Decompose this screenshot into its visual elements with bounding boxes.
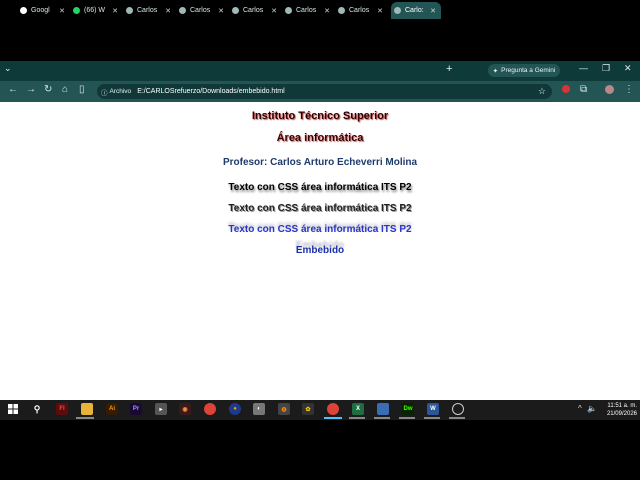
globe-icon [232,7,239,14]
search-icon[interactable]: ⚲ [31,403,43,415]
reload-icon[interactable]: ↻ [44,84,52,95]
active-app-indicator [324,417,342,419]
globe-icon [179,7,186,14]
bookmark-star-icon[interactable]: ☆ [538,86,546,97]
tab-label: Carlos [296,7,317,14]
close-icon[interactable]: ✕ [324,7,330,15]
dreamweaver-icon[interactable]: Dw [402,403,414,415]
word-icon[interactable]: W [427,403,439,415]
back-icon[interactable]: ← [8,84,18,95]
tab-whatsapp[interactable]: (66) W ✕ [73,2,123,19]
sparkle-icon: ✦ [492,67,499,75]
gemini-button[interactable]: ✦ Pregunta a Gemini [488,64,560,77]
tab-google[interactable]: Googl ✕ [20,2,70,19]
address-bar[interactable]: ⓘ Archivo E:/CARLOSrefuerzo/Downloads/em… [97,84,552,99]
globe-icon [285,7,292,14]
globe-icon [394,7,401,14]
running-indicator [399,417,415,419]
app-icon[interactable]: ◉ [179,403,191,415]
heading-institute: Instituto Técnico Superior [251,110,389,122]
site-info-label: Archivo [109,88,132,95]
close-icon[interactable]: ✕ [218,7,224,15]
windows-start-icon[interactable] [7,403,19,415]
css-text-2: Texto con CSS área informática ITS P2 [228,203,412,214]
google-icon [20,7,27,14]
volume-icon[interactable]: 🔈 [587,404,597,413]
windows-logo-icon [8,404,18,414]
premiere-icon[interactable]: Pr [130,403,142,415]
app-icon-2[interactable]: ● [229,403,241,415]
close-icon[interactable]: ✕ [112,7,118,15]
menu-kebab-icon[interactable]: ⋮ [624,84,634,95]
app-icon-4[interactable]: ✿ [302,403,314,415]
tab-label: Carlos [243,7,264,14]
tab-label: Carlos [137,7,158,14]
url-text: E:/CARLOSrefuerzo/Downloads/embebido.htm… [137,88,285,95]
maximize-icon[interactable]: ❐ [602,63,610,74]
heading-area: Área informática [276,132,364,144]
running-indicator [424,417,440,419]
tab-label: (66) W [84,7,105,14]
side-panel-icon[interactable]: ▯ [79,84,85,95]
app-icon-5[interactable] [377,403,389,415]
chrome-icon[interactable] [204,403,216,415]
taskbar [0,400,640,420]
extensions-puzzle-icon[interactable]: ⧉ [580,84,587,95]
illustrator-icon[interactable]: Ai [106,403,118,415]
avatar[interactable] [605,85,614,94]
file-explorer-icon[interactable] [81,403,93,415]
home-icon[interactable]: ⌂ [62,84,68,95]
info-icon: ⓘ [101,89,108,97]
embedded-label: Embebido [295,245,345,256]
window-close-icon[interactable]: ✕ [624,63,632,74]
globe-icon [338,7,345,14]
tab-carlos-1[interactable]: Carlos ✕ [126,2,176,19]
new-tab-icon[interactable]: + [446,63,452,75]
close-icon[interactable]: ✕ [165,7,171,15]
clock-date: 21/09/2026 [606,411,637,417]
running-indicator [374,417,390,419]
tab-label: Carlo: [405,7,424,14]
system-tray[interactable]: ^ 🔈 [578,404,597,413]
gemini-label: Pregunta a Gemini [501,67,556,74]
clock-time: 11:51 a. m. [607,403,637,409]
forward-icon[interactable]: → [26,84,36,95]
excel-icon[interactable]: X [352,403,364,415]
globe-icon [126,7,133,14]
chevron-up-icon[interactable]: ^ [578,404,582,413]
chrome-active-icon[interactable] [327,403,339,415]
whatsapp-icon [73,7,80,14]
web-page: Instituto Técnico Superior Área informát… [0,102,640,400]
tab-label: Carlos [190,7,211,14]
site-info-chip[interactable]: ⓘ Archivo [101,87,131,97]
close-icon[interactable]: ✕ [59,7,65,15]
media-player-icon[interactable]: ▸ [155,403,167,415]
close-icon[interactable]: ✕ [271,7,277,15]
tab-label: Carlos [349,7,370,14]
tab-carlos-active[interactable]: Carlo: ✕ [391,2,441,19]
running-indicator [449,417,465,419]
professor-name: Profesor: Carlos Arturo Echeverri Molina [222,157,418,168]
extension-icon[interactable] [562,85,570,93]
tab-search-icon[interactable]: ⌄ [4,63,12,74]
css-text-1: Texto con CSS área informática ITS P2 [228,182,412,193]
css-text-3: Texto con CSS área informática ITS P2 [228,224,412,235]
minimize-icon[interactable]: — [579,63,588,73]
close-icon[interactable]: ✕ [430,7,436,15]
running-indicator [76,417,94,419]
flash-icon[interactable]: Fl [56,403,68,415]
app-icon-3[interactable]: ◐ [253,403,265,415]
tab-label: Googl [31,7,50,14]
tab-carlos-2[interactable]: Carlos ✕ [179,2,229,19]
close-icon[interactable]: ✕ [377,7,383,15]
app-icon-6[interactable] [452,403,464,415]
tab-carlos-3[interactable]: Carlos ✕ [232,2,282,19]
tab-carlos-5[interactable]: Carlos ✕ [338,2,388,19]
blender-icon[interactable]: ◍ [278,403,290,415]
tab-carlos-4[interactable]: Carlos ✕ [285,2,335,19]
clock[interactable]: 11:51 a. m. 21/09/2026 [597,402,637,418]
running-indicator [349,417,365,419]
